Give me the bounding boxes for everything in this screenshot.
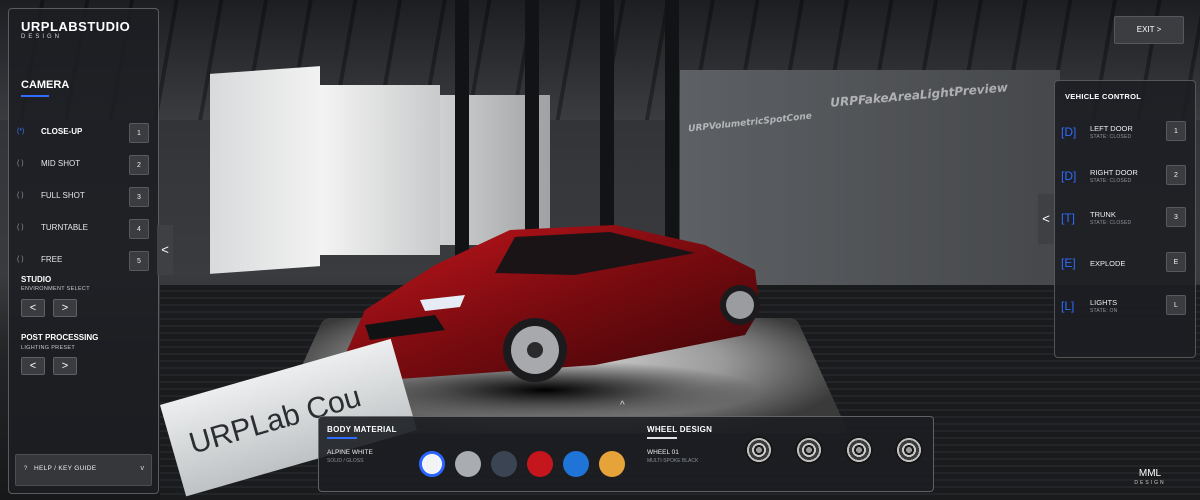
vehicle-control-right-door[interactable]: [D] RIGHT DOOR STATE: CLOSED 2 (1055, 165, 1195, 191)
hotkey-badge: 3 (129, 187, 149, 207)
hotkey-tag: [D] (1061, 125, 1077, 139)
wheel-design-name: WHEEL 01 (647, 449, 679, 456)
radio-indicator: ( ) (17, 192, 24, 199)
studio-title: STUDIO (21, 275, 52, 284)
vehicle-control-explode[interactable]: [E] EXPLODE E (1055, 252, 1195, 278)
wheel-option-icon[interactable] (845, 436, 873, 464)
post-processing-title: POST PROCESSING (21, 333, 99, 342)
brand-sub: DESIGN (21, 34, 63, 40)
camera-option-label: MID SHOT (41, 159, 81, 168)
hotkey-badge: L (1166, 295, 1186, 315)
hotkey-badge: 1 (129, 123, 149, 143)
body-material-sub: SOLID / GLOSS (327, 458, 364, 464)
collapse-left-panel-button[interactable]: < (157, 225, 173, 275)
camera-option-free[interactable]: ( ) FREE 5 (9, 251, 158, 271)
color-swatch[interactable] (527, 451, 553, 477)
vehicle-control-lights[interactable]: [L] LIGHTS STATE: ON L (1055, 295, 1195, 321)
studio-next-button[interactable]: > (53, 299, 77, 317)
post-next-button[interactable]: > (53, 357, 77, 375)
wheel-option-icon[interactable] (745, 436, 773, 464)
help-key-guide-button[interactable]: ? HELP / KEY GUIDE v (15, 454, 152, 486)
hotkey-badge: 2 (129, 155, 149, 175)
radio-indicator: ( ) (17, 160, 24, 167)
studio-prev-button[interactable]: < (21, 299, 45, 317)
scene-pillar (600, 0, 614, 240)
vehicle-control-label: EXPLODE (1090, 259, 1126, 268)
wheel-option-icon[interactable] (795, 436, 823, 464)
vehicle-control-state: STATE: CLOSED (1090, 178, 1132, 184)
chevron-up-icon[interactable]: ^ (620, 400, 625, 411)
wheel-option-icon[interactable] (895, 436, 923, 464)
color-swatch[interactable] (491, 451, 517, 477)
camera-option-close-up[interactable]: (*) CLOSE-UP 1 (9, 123, 158, 143)
radio-indicator: ( ) (17, 224, 24, 231)
vehicle-control-state: STATE: CLOSED (1090, 134, 1132, 140)
camera-option-label: TURNTABLE (41, 223, 88, 232)
help-label: HELP / KEY GUIDE (34, 465, 97, 472)
hotkey-badge: 1 (1166, 121, 1186, 141)
vehicle-control-left-door[interactable]: [D] LEFT DOOR STATE: CLOSED 1 (1055, 121, 1195, 147)
vehicle-control-trunk[interactable]: [T] TRUNK STATE: CLOSED 3 (1055, 207, 1195, 233)
body-material-name: ALPINE WHITE (327, 449, 373, 456)
customization-panel: BODY MATERIAL ALPINE WHITE SOLID / GLOSS… (318, 416, 934, 492)
hotkey-tag: [L] (1061, 299, 1075, 313)
vehicle-control-label: LEFT DOOR (1090, 124, 1133, 133)
camera-option-mid-shot[interactable]: ( ) MID SHOT 2 (9, 155, 158, 175)
wheel-design-sub: MULTI-SPOKE BLACK (647, 458, 699, 464)
scene-wall (210, 66, 320, 274)
footer-logo: MML (1138, 468, 1162, 479)
hotkey-tag: [E] (1061, 256, 1076, 270)
hotkey-badge: 4 (129, 219, 149, 239)
collapse-right-panel-button[interactable]: < (1038, 194, 1054, 244)
hotkey-badge: E (1166, 252, 1186, 272)
color-swatch[interactable] (419, 451, 445, 477)
radio-indicator: ( ) (17, 256, 24, 263)
hotkey-badge: 5 (129, 251, 149, 271)
vehicle-control-panel: VEHICLE CONTROL [D] LEFT DOOR STATE: CLO… (1054, 80, 1196, 358)
camera-option-label: FULL SHOT (41, 191, 85, 200)
vehicle-control-state: STATE: ON (1090, 308, 1118, 314)
vehicle-control-state: STATE: CLOSED (1090, 220, 1132, 226)
hotkey-tag: [D] (1061, 169, 1077, 183)
scene-pillar (525, 0, 539, 230)
color-swatch[interactable] (455, 451, 481, 477)
post-processing-sub: LIGHTING PRESET (21, 345, 76, 351)
color-swatch[interactable] (599, 451, 625, 477)
hotkey-badge: 2 (1166, 165, 1186, 185)
vehicle-control-title: VEHICLE CONTROL (1065, 92, 1142, 101)
hotkey-tag: [T] (1061, 211, 1075, 225)
camera-option-turntable[interactable]: ( ) TURNTABLE 4 (9, 219, 158, 239)
footer-logo-sub: DESIGN (1134, 480, 1166, 486)
vehicle-control-label: RIGHT DOOR (1090, 168, 1138, 177)
post-prev-button[interactable]: < (21, 357, 45, 375)
left-panel: URPLABSTUDIO DESIGN CAMERA (*) CLOSE-UP … (8, 8, 159, 494)
camera-option-full-shot[interactable]: ( ) FULL SHOT 3 (9, 187, 158, 207)
vehicle-control-label: LIGHTS (1090, 298, 1118, 307)
hotkey-badge: 3 (1166, 207, 1186, 227)
radio-indicator: (*) (17, 128, 25, 135)
body-material-title: BODY MATERIAL (327, 425, 397, 434)
studio-sub: ENVIRONMENT SELECT (21, 286, 90, 292)
body-material-underline (327, 437, 357, 439)
chevron-down-icon: v (140, 465, 145, 472)
color-swatch[interactable] (563, 451, 589, 477)
vehicle-control-label: TRUNK (1090, 210, 1116, 219)
wheel-design-underline (647, 437, 677, 439)
camera-title: CAMERA (21, 79, 70, 91)
camera-option-label: CLOSE-UP (41, 127, 83, 136)
brand-name: URPLABSTUDIO (21, 19, 131, 34)
exit-button[interactable]: EXIT > (1114, 16, 1184, 44)
wheel-design-title: WHEEL DESIGN (647, 425, 713, 434)
camera-option-label: FREE (41, 255, 63, 264)
camera-title-underline (21, 95, 49, 97)
help-icon: ? (24, 466, 28, 472)
